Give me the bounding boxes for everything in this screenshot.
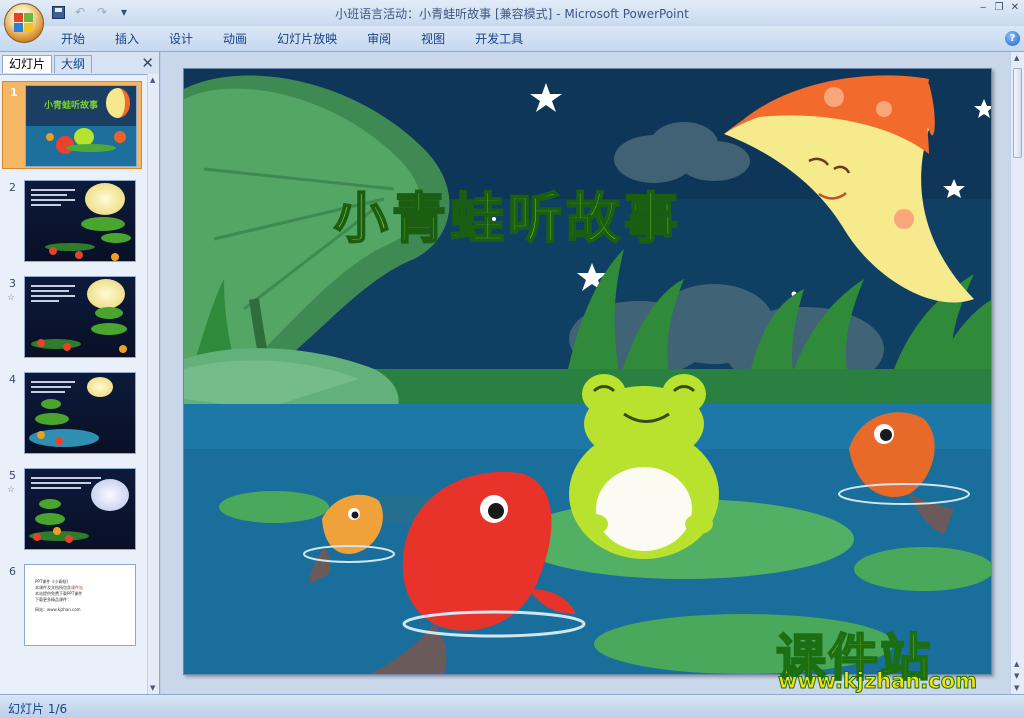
tab-slides[interactable]: 幻灯片 (2, 55, 53, 73)
tab-view[interactable]: 视图 (410, 31, 456, 49)
slide-counter: 幻灯片 1/6 (8, 702, 68, 716)
tab-design[interactable]: 设计 (158, 31, 204, 49)
slide-number: 2 (9, 181, 16, 194)
restore-button[interactable]: ❐ (992, 2, 1006, 14)
slide-thumbnail-6[interactable]: 6 PPT课件《小青蛙》 本课件及文档所包含课件站 本站提供免费下载PPT课件 … (2, 561, 142, 649)
slide-number: 6 (9, 565, 16, 578)
slide-preview (24, 180, 136, 262)
office-logo-icon (14, 13, 34, 33)
app-name: Microsoft PowerPoint (564, 7, 689, 21)
slide-number: 3 (9, 277, 16, 290)
slide-preview: PPT课件《小青蛙》 本课件及文档所包含课件站 本站提供免费下载PPT课件 下载… (24, 564, 136, 646)
minimize-button[interactable]: ‒ (976, 2, 990, 14)
thumb-text: PPT课件《小青蛙》 本课件及文档所包含课件站 本站提供免费下载PPT课件 下载… (35, 579, 83, 612)
slide-preview: 小青蛙听故事 (25, 85, 137, 167)
slide-title[interactable]: 小青蛙听故事 (333, 174, 682, 253)
slide-preview (24, 468, 136, 550)
title-bar: ↶ ↷ ▾ 小班语言活动：小青蛙听故事 [兼容模式] - Microsoft P… (0, 0, 1024, 26)
status-bar: 幻灯片 1/6 (0, 694, 1024, 718)
slide-number: 1 (10, 86, 18, 99)
slides-pane: 幻灯片 大纲 ✕ 1 小青蛙听故事 2 3 ☆ 4 5 ☆ 6 PPT课件《小青… (0, 52, 160, 694)
tab-outline[interactable]: 大纲 (54, 55, 93, 73)
window-controls: ‒ ❐ ✕ (976, 2, 1022, 14)
previous-slide-icon[interactable]: ▲ (1014, 660, 1019, 668)
document-title: 小班语言活动：小青蛙听故事 [兼容模式] (335, 7, 553, 21)
close-window-button[interactable]: ✕ (1008, 2, 1022, 14)
tab-developer[interactable]: 开发工具 (464, 31, 534, 49)
slide-thumbnail-2[interactable]: 2 (2, 177, 142, 265)
slide-preview (24, 276, 136, 358)
thumb-title: 小青蛙听故事 (43, 101, 98, 111)
ribbon-tabs: 开始 插入 设计 动画 幻灯片放映 审阅 视图 开发工具 (50, 31, 542, 49)
slide-number: 4 (9, 373, 16, 386)
scrollbar-thumb[interactable] (1013, 68, 1022, 158)
animation-icon: ☆ (7, 293, 16, 303)
slide-vertical-scrollbar[interactable]: ▲ ▲ ▼ ▼ (1010, 52, 1024, 694)
slide-thumbnails-list: 1 小青蛙听故事 2 3 ☆ 4 5 ☆ 6 PPT课件《小青蛙》 本课件及文档… (0, 74, 147, 694)
tab-slideshow[interactable]: 幻灯片放映 (266, 31, 348, 49)
pane-tabs: 幻灯片 大纲 ✕ (0, 54, 160, 74)
animation-icon: ☆ (7, 485, 16, 495)
help-icon[interactable]: ? (1005, 31, 1020, 46)
tab-home[interactable]: 开始 (50, 31, 96, 49)
slide-thumbnail-5[interactable]: 5 ☆ (2, 465, 142, 553)
current-slide[interactable]: 小青蛙听故事 (183, 68, 992, 675)
next-slide-icon[interactable]: ▼ (1014, 672, 1019, 680)
tab-insert[interactable]: 插入 (104, 31, 150, 49)
slide-illustration (184, 69, 991, 674)
tab-animations[interactable]: 动画 (212, 31, 258, 49)
slide-thumbnail-1[interactable]: 1 小青蛙听故事 (2, 81, 142, 169)
slide-thumbnail-3[interactable]: 3 ☆ (2, 273, 142, 361)
slide-thumbnail-4[interactable]: 4 (2, 369, 142, 457)
close-pane-icon[interactable]: ✕ (141, 56, 154, 71)
tab-review[interactable]: 审阅 (356, 31, 402, 49)
slide-preview (24, 372, 136, 454)
thumbnails-scrollbar[interactable]: ▲ ▼ (147, 74, 159, 694)
ribbon: 开始 插入 设计 动画 幻灯片放映 审阅 视图 开发工具 ? (0, 26, 1024, 52)
window-title: 小班语言活动：小青蛙听故事 [兼容模式] - Microsoft PowerPo… (335, 7, 689, 21)
watermark-url: www.kjzhan.com (777, 669, 978, 694)
slide-number: 5 (9, 469, 16, 482)
office-button[interactable] (4, 3, 44, 43)
slide-editor: 小青蛙听故事 ▲ ▲ ▼ ▼ (161, 52, 1024, 694)
